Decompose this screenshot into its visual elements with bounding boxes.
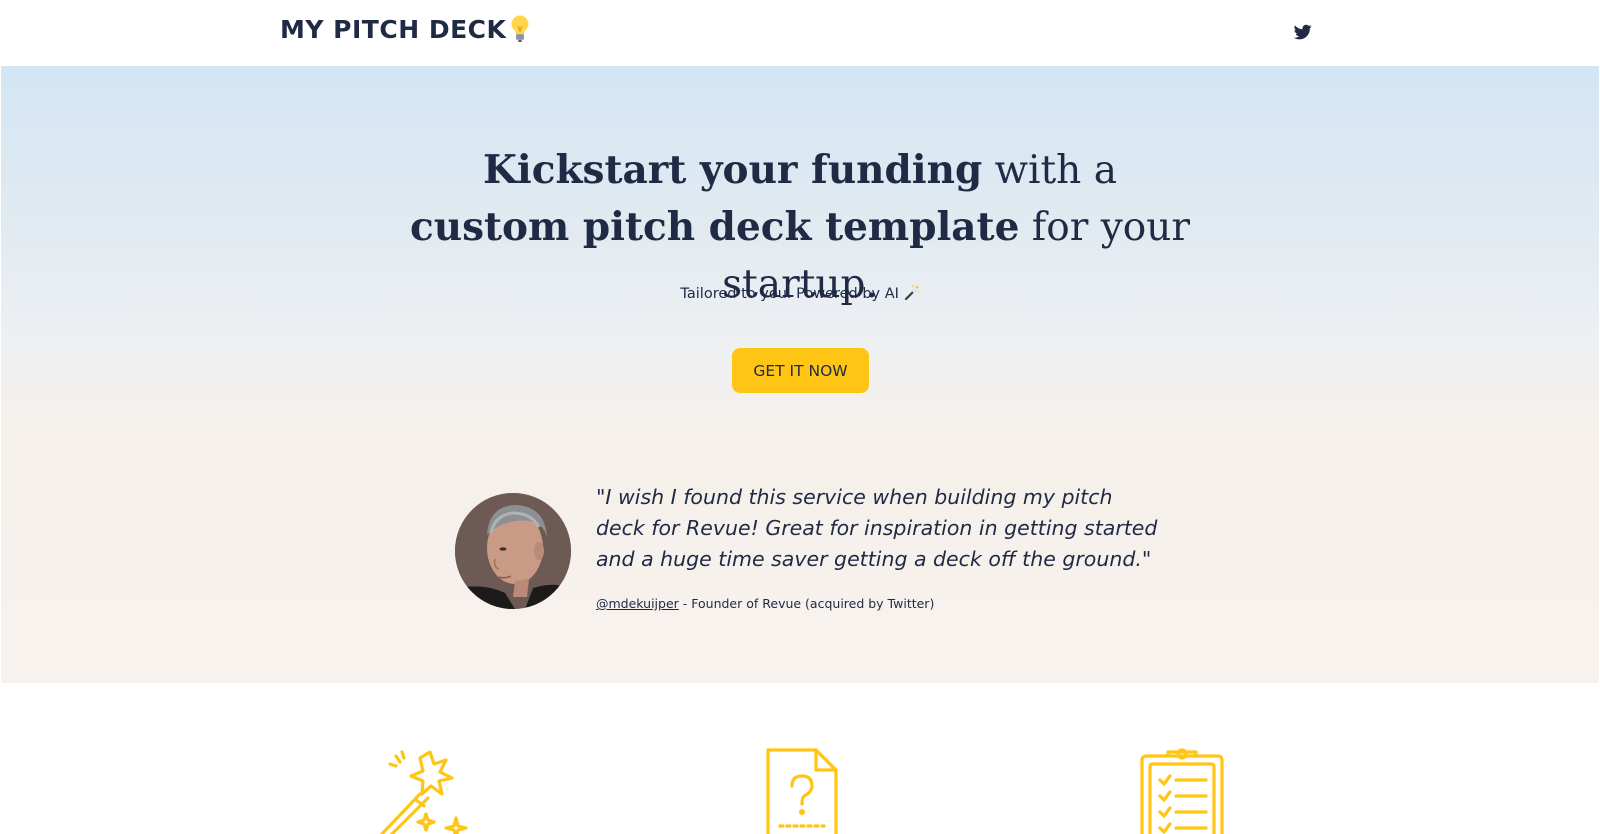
hero-tagline: Tailored to you. Powered by AI bbox=[501, 284, 1099, 302]
magic-wand-icon bbox=[379, 750, 468, 834]
testimonial-attribution: @mdekuijper - Founder of Revue (acquired… bbox=[596, 596, 1196, 611]
magic-wand-icon bbox=[904, 285, 919, 301]
logo[interactable]: MY PITCH DECK bbox=[280, 14, 530, 44]
headline-regular-1: with a bbox=[982, 148, 1117, 193]
testimonial-role: - Founder of Revue (acquired by Twitter) bbox=[678, 596, 935, 611]
hero-section: Kickstart your funding with a custom pit… bbox=[1, 66, 1599, 683]
testimonial-quote: "I wish I found this service when buildi… bbox=[596, 485, 1158, 571]
testimonial-handle-link[interactable]: @mdekuijper bbox=[596, 596, 679, 611]
clipboard-checklist-icon bbox=[1140, 748, 1224, 834]
testimonial-avatar bbox=[455, 493, 571, 609]
twitter-icon[interactable] bbox=[1294, 23, 1312, 41]
portrait-image bbox=[455, 493, 571, 609]
tagline-text: Tailored to you. Powered by AI bbox=[680, 286, 899, 302]
light-bulb-icon bbox=[511, 15, 529, 42]
logo-text: MY PITCH DECK bbox=[280, 14, 507, 44]
document-question-icon bbox=[766, 748, 838, 834]
top-navigation: MY PITCH DECK bbox=[0, 0, 1600, 66]
get-it-now-button[interactable]: GET IT NOW bbox=[732, 348, 869, 393]
headline-bold-1: Kickstart your funding bbox=[483, 147, 983, 193]
headline-bold-2: custom pitch deck template bbox=[409, 204, 1020, 250]
